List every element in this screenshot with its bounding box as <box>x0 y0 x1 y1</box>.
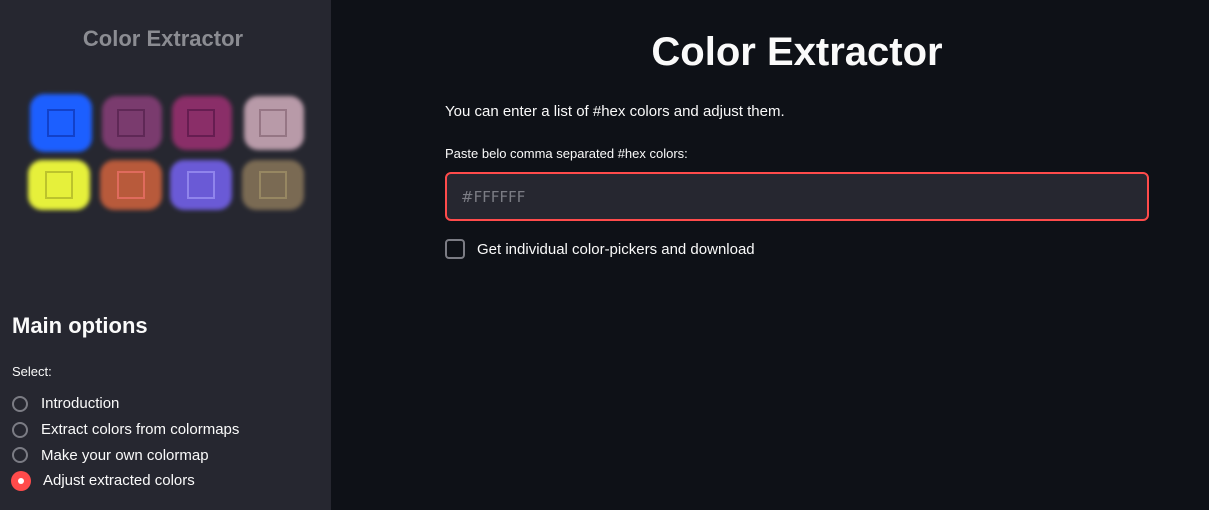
main-options-heading: Main options <box>12 313 148 338</box>
hex-colors-input[interactable] <box>445 172 1149 221</box>
radio-unchecked-icon[interactable] <box>12 447 28 464</box>
radio-unchecked-icon[interactable] <box>12 395 28 412</box>
page-radio-group: Introduction Extract colors from colorma… <box>11 391 239 494</box>
app-root: Color Extractor Main options Select: Int… <box>0 0 1209 510</box>
checkbox-label: Get individual color-pickers and downloa… <box>477 240 755 258</box>
radio-label: Introduction <box>41 395 120 413</box>
color-pickers-checkbox[interactable]: Get individual color-pickers and downloa… <box>445 239 755 259</box>
page-title: Color Extractor <box>651 30 943 74</box>
radio-introduction[interactable]: Introduction <box>12 391 239 417</box>
main-content: Color Extractor You can enter a list of … <box>331 0 1209 510</box>
radio-extract-colors[interactable]: Extract colors from colormaps <box>12 417 239 443</box>
sidebar: Color Extractor Main options Select: Int… <box>0 0 331 510</box>
radio-make-colormap[interactable]: Make your own colormap <box>12 442 239 468</box>
radio-label: Adjust extracted colors <box>43 472 195 490</box>
paint-swatches-logo <box>28 94 304 210</box>
radio-label: Make your own colormap <box>41 446 209 464</box>
intro-text: You can enter a list of #hex colors and … <box>445 103 785 120</box>
radio-checked-icon[interactable] <box>11 470 31 491</box>
radio-unchecked-icon[interactable] <box>12 421 28 438</box>
select-label: Select: <box>12 364 52 379</box>
checkbox-unchecked-icon[interactable] <box>445 239 465 259</box>
radio-label: Extract colors from colormaps <box>41 421 240 439</box>
sidebar-title: Color Extractor <box>82 26 244 51</box>
hex-input-label: Paste belo comma separated #hex colors: <box>445 146 688 161</box>
radio-adjust-colors[interactable]: Adjust extracted colors <box>11 468 239 494</box>
